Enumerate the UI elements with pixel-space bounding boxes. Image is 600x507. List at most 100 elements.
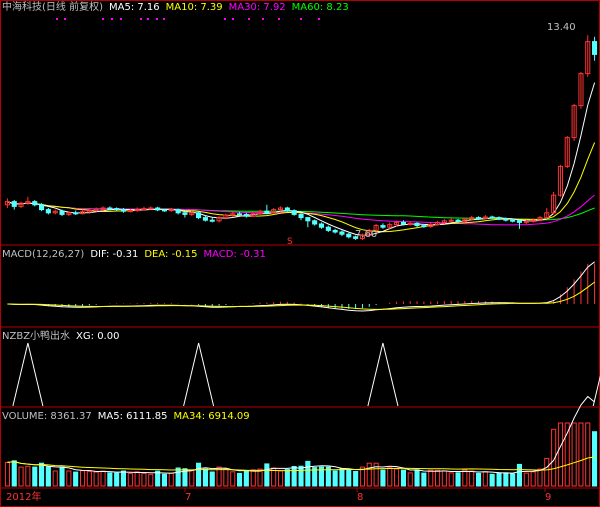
volume-bar: [516, 463, 523, 487]
volume-bar: [571, 422, 577, 487]
volume-bar: [223, 468, 229, 487]
candle-down: [11, 201, 17, 207]
ma10-label: MA10: 7.39: [165, 2, 223, 13]
ma60-label: MA60: 8.23: [291, 2, 349, 13]
volume-bar: [428, 469, 434, 487]
volume-bar: [462, 469, 468, 487]
volume-bar: [59, 466, 65, 487]
signal-dot: [147, 18, 149, 20]
signal-dot: [156, 18, 158, 20]
candle-down: [380, 225, 386, 228]
candle-up: [168, 209, 174, 212]
candle-down: [305, 217, 311, 222]
candle-down: [592, 41, 598, 55]
signal-dot: [56, 18, 58, 20]
volume-bar: [11, 460, 17, 487]
signal-dot: [140, 18, 142, 20]
nzbz-spike: [592, 375, 600, 407]
volume-bar: [264, 463, 270, 487]
candle-up: [141, 208, 147, 211]
volume-bar: [202, 468, 208, 487]
volume-bar: [448, 472, 454, 487]
volume-bar: [585, 422, 591, 487]
dea-label: DEA: -0.15: [144, 249, 198, 260]
price-legend: 中海科技(日线 前复权) MA5: 7.16 MA10: 7.39 MA30: 7.9…: [2, 2, 355, 14]
candle-down: [202, 217, 208, 221]
nzbz-legend: NZBZ小鸭出水 XG: 0.00: [2, 331, 125, 343]
volume-bar: [523, 472, 529, 487]
volume-bar: [503, 472, 509, 487]
volume-bar: [305, 460, 311, 487]
volume-bar: [387, 467, 393, 487]
candle-down: [312, 220, 318, 225]
candle-down: [496, 217, 502, 220]
xg-label: XG: 0.00: [76, 331, 120, 342]
volume-bar: [278, 470, 284, 487]
volume-bar: [353, 471, 359, 487]
candle-down: [325, 226, 331, 231]
ma30-label: MA30: 7.92: [228, 2, 286, 13]
volume-bar: [414, 469, 420, 487]
volume-bar: [141, 472, 147, 487]
candle-up: [127, 210, 133, 213]
volume-bar: [537, 468, 543, 487]
volume-bar: [489, 473, 495, 487]
candle-down: [114, 208, 120, 211]
volume-bar: [407, 472, 413, 487]
candle-down: [291, 210, 297, 215]
volume-bar: [93, 471, 99, 487]
macd-value-label: MACD: -0.31: [203, 249, 266, 260]
low-price-label: 7.60: [355, 229, 378, 240]
volume-bar: [298, 465, 304, 487]
candle-down: [243, 213, 249, 217]
volume-bar: [100, 470, 106, 487]
candle-down: [339, 231, 345, 235]
sell-marker: S: [287, 237, 293, 247]
candle-down: [414, 222, 420, 227]
volume-bar: [127, 472, 133, 487]
candle-down: [73, 212, 79, 215]
signal-dot: [300, 18, 302, 20]
ma5-line: [7, 82, 596, 236]
candle-down: [346, 233, 352, 238]
volume-bar: [332, 470, 338, 487]
volume-bar: [455, 472, 461, 487]
candle-down: [196, 212, 202, 219]
candle-down: [476, 217, 482, 220]
signal-dot: [64, 18, 66, 20]
nzbz-spike: [12, 342, 44, 407]
volume-bar: [380, 469, 386, 487]
signal-dot: [248, 18, 250, 20]
volume-bar: [73, 471, 79, 487]
month-9-label: 9: [545, 492, 552, 503]
volume-bar: [510, 473, 516, 487]
candle-down: [182, 212, 188, 215]
candle-down: [264, 210, 270, 214]
candle-up: [148, 207, 154, 210]
ma5-label: MA5: 7.16: [108, 2, 160, 13]
volume-bar: [250, 469, 256, 487]
volume-bar: [230, 471, 236, 487]
volume-title: VOLUME: 8361.37: [2, 411, 92, 422]
candle-down: [489, 216, 495, 219]
signal-dot: [163, 18, 165, 20]
volume-bar: [155, 470, 161, 487]
volume-bar: [237, 472, 243, 487]
volume-bar: [243, 470, 249, 487]
dif-label: DIF: -0.31: [90, 249, 139, 260]
macd-legend: MACD(12,26,27) DIF: -0.31 DEA: -0.15 MACD: …: [2, 249, 272, 261]
dea-line: [7, 281, 595, 310]
candle-down: [318, 223, 324, 228]
volume-bar: [148, 473, 154, 487]
candle-up: [407, 222, 413, 225]
candle-down: [332, 229, 338, 233]
volume-bar: [18, 466, 24, 487]
volume-bar: [592, 431, 598, 487]
candle-down: [510, 219, 516, 222]
signal-dot: [232, 18, 234, 20]
candle-down: [59, 210, 65, 215]
volume-bar: [400, 469, 406, 487]
volume-bar: [196, 462, 202, 487]
volume-bar: [476, 472, 482, 487]
candle-down: [421, 225, 427, 228]
